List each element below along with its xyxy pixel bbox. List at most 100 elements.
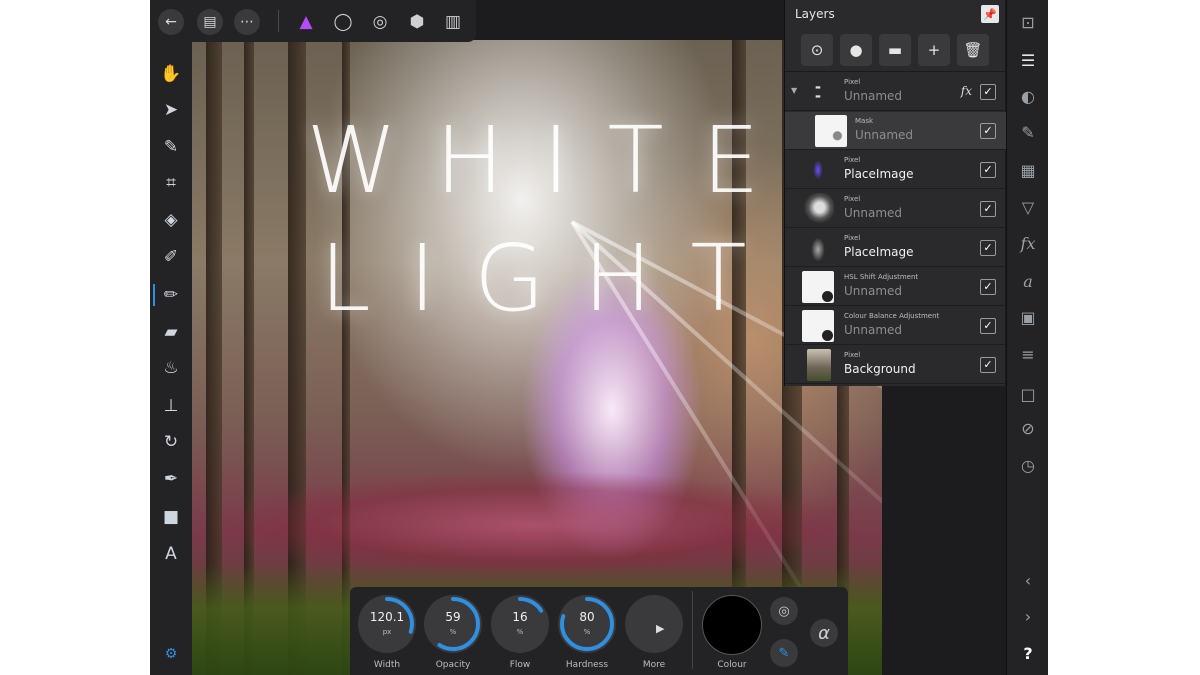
more-button[interactable]	[625, 595, 683, 653]
blend-options-icon[interactable]: ⊙	[801, 34, 833, 66]
effects-fx-icon[interactable]: fx	[961, 84, 972, 98]
visibility-checkbox[interactable]: ✓	[980, 162, 996, 178]
effects-icon[interactable]: fx	[1014, 230, 1042, 256]
layer-name: Unnamed	[844, 284, 903, 298]
layer-name: Unnamed	[844, 206, 903, 220]
colour-icon[interactable]: ◐	[1014, 83, 1042, 109]
selection-brush-icon[interactable]: ✐	[156, 243, 186, 271]
visibility-checkbox[interactable]: ✓	[980, 318, 996, 334]
layer-name: PlaceImage	[844, 167, 914, 181]
move-tool-icon[interactable]: ➤	[156, 96, 186, 124]
layer-row[interactable]: Pixel PlaceImage ✓	[785, 151, 1006, 189]
inpainting-icon[interactable]: ↻	[156, 428, 186, 456]
layer-row[interactable]: Pixel Background ✓	[785, 346, 1006, 384]
width-label: Width	[373, 660, 401, 670]
layer-name: Unnamed	[855, 128, 914, 142]
mask-icon[interactable]: ●	[840, 34, 872, 66]
more-label: More	[642, 660, 666, 670]
adjustments-icon[interactable]: ≡	[1014, 341, 1042, 367]
crop-icon[interactable]: ⌗	[156, 169, 186, 197]
layer-row[interactable]: Mask Unnamed ✓	[785, 112, 1006, 150]
tools-panel: ✋ ➤ ✎ ⌗ ◈ ✐ ✏ ▰ ♨ ⊥ ↻ ✒ ■ A ⚙	[150, 42, 192, 675]
dial-arc	[426, 597, 480, 651]
toolbar-divider	[692, 591, 693, 669]
dodge-burn-icon[interactable]: ♨	[156, 354, 186, 382]
opacity-label: Opacity	[435, 660, 471, 670]
dial-arc	[360, 597, 414, 651]
tone-mapping-persona-icon[interactable]: ⬢	[404, 10, 430, 34]
styles-icon[interactable]: a	[1014, 268, 1042, 294]
back-arrow-icon[interactable]: ←	[158, 9, 184, 35]
alpha-lock-icon[interactable]: α	[810, 619, 838, 647]
layer-row[interactable]: Colour Balance Adjustment Unnamed ✓	[785, 307, 1006, 345]
image-canvas[interactable]: WHITE LIGHT	[192, 40, 882, 675]
folder-icon[interactable]: ▬	[879, 34, 911, 66]
hand-tool-icon[interactable]: ✋	[156, 60, 186, 88]
layer-row[interactable]: Pixel PlaceImage ✓	[785, 229, 1006, 267]
paint-brush-icon[interactable]: ✏	[153, 281, 186, 309]
fill-icon[interactable]: ◈	[156, 206, 186, 234]
brushes-icon[interactable]: ✎	[1014, 119, 1042, 145]
studio-sidebar: ⊡ ☰ ◐ ✎ ▦ ▽ fx a ▣ ≡ □ ⊘ ◷ ‹ › ?	[1006, 0, 1048, 675]
colour-label: Colour	[717, 660, 747, 670]
develop-persona-icon[interactable]: ◎	[367, 10, 393, 34]
add-layer-icon[interactable]: +	[918, 34, 950, 66]
transform-icon[interactable]: □	[1014, 381, 1042, 407]
assistant-icon[interactable]: ⚙	[156, 640, 186, 668]
photo-persona-icon[interactable]: ▲	[293, 10, 319, 34]
layer-thumbnail	[807, 349, 831, 381]
adjustment-badge-icon	[822, 330, 833, 341]
text-tool-icon[interactable]: A	[156, 540, 186, 568]
layer-name: Unnamed	[844, 89, 903, 103]
navigator-icon[interactable]: ⊡	[1014, 9, 1042, 35]
colour-picker-icon[interactable]: ✎	[770, 639, 798, 667]
opacity-dial[interactable]: 59 %	[424, 595, 482, 653]
export-persona-icon[interactable]: ▥	[440, 10, 466, 34]
layer-type: Pixel	[844, 156, 861, 164]
layers-panel: Layers 📌 ⊙ ● ▬ + 🗑 ▼ ▬ ▬ Pixel Unnamed fx…	[784, 0, 1006, 386]
color-picker-icon[interactable]: ✎	[156, 133, 186, 161]
chevron-right-icon[interactable]: ›	[1014, 603, 1042, 629]
history-icon[interactable]: ⊘	[1014, 415, 1042, 441]
layer-row[interactable]: ▼ ▬ ▬ Pixel Unnamed fx ✓	[785, 73, 1006, 111]
layer-type: Pixel	[844, 234, 861, 242]
clone-stamp-icon[interactable]: ⊥	[156, 392, 186, 420]
top-toolbar: ← ▤ ⋯ ▲ ◯ ◎ ⬢ ▥	[150, 0, 476, 42]
layers-icon[interactable]: ☰	[1014, 47, 1042, 73]
dial-unit: %	[583, 628, 591, 636]
layer-type: Pixel	[844, 195, 861, 203]
visibility-checkbox[interactable]: ✓	[980, 123, 996, 139]
width-dial[interactable]: 120.1 px	[358, 595, 416, 653]
pin-icon[interactable]: 📌	[981, 5, 999, 23]
visibility-checkbox[interactable]: ✓	[980, 357, 996, 373]
toolbar-divider	[278, 10, 279, 32]
visibility-checkbox[interactable]: ✓	[980, 84, 996, 100]
help-icon[interactable]: ?	[1014, 640, 1042, 666]
stock-icon[interactable]: ▣	[1014, 304, 1042, 330]
colour-swatch[interactable]	[702, 595, 762, 655]
ellipsis-icon[interactable]: ⋯	[234, 9, 260, 35]
layers-header: Layers 📌	[785, 0, 1005, 30]
liquify-persona-icon[interactable]: ◯	[330, 10, 356, 34]
chevron-left-icon[interactable]: ‹	[1014, 567, 1042, 593]
pen-tool-icon[interactable]: ✒	[156, 465, 186, 493]
swatches-icon[interactable]: ▦	[1014, 157, 1042, 183]
layer-row[interactable]: Pixel Unnamed ✓	[785, 190, 1006, 228]
brush-settings-icon[interactable]: ◎	[770, 597, 798, 625]
hardness-dial[interactable]: 80 %	[558, 595, 616, 653]
visibility-checkbox[interactable]: ✓	[980, 279, 996, 295]
layer-type: Colour Balance Adjustment	[844, 312, 940, 320]
channels-filter-icon[interactable]: ▽	[1014, 194, 1042, 220]
visibility-checkbox[interactable]: ✓	[980, 240, 996, 256]
expand-arrow-icon[interactable]: ▼	[791, 86, 797, 95]
clock-icon[interactable]: ◷	[1014, 452, 1042, 478]
flow-dial[interactable]: 16 %	[491, 595, 549, 653]
visibility-checkbox[interactable]: ✓	[980, 201, 996, 217]
layer-type: Mask	[855, 117, 874, 125]
layer-row[interactable]: HSL Shift Adjustment Unnamed ✓	[785, 268, 1006, 306]
document-icon[interactable]: ▤	[197, 9, 223, 35]
delete-icon[interactable]: 🗑	[957, 34, 989, 66]
rectangle-tool-icon[interactable]: ■	[156, 503, 186, 531]
erase-brush-icon[interactable]: ▰	[156, 318, 186, 346]
expand-toolbar-arrow-icon[interactable]: ▶	[656, 622, 664, 635]
